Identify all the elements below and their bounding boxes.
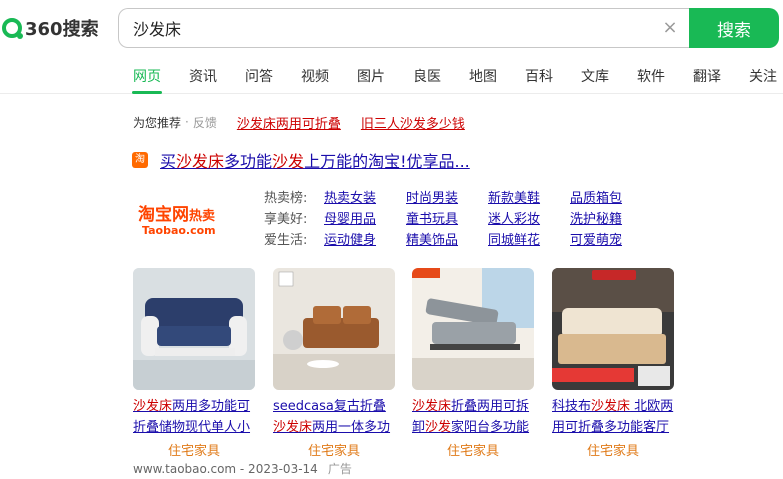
- nav-tabs: 网页 资讯 问答 视频 图片 良医 地图 百科 文库 软件 翻译 关注: [0, 58, 783, 94]
- tab-map[interactable]: 地图: [469, 66, 497, 86]
- tab-video[interactable]: 视频: [301, 66, 329, 86]
- category-link[interactable]: 运动健身: [324, 229, 406, 248]
- tab-news[interactable]: 资讯: [189, 66, 217, 86]
- category-label: 热卖榜:: [264, 191, 308, 206]
- category-link[interactable]: 洗护秘籍: [570, 208, 652, 227]
- category-link[interactable]: 精美饰品: [406, 229, 488, 248]
- recommend-label: 为您推荐: [133, 115, 182, 130]
- feedback-link[interactable]: 反馈: [193, 114, 217, 131]
- product-card[interactable]: 沙发床两用多功能可折叠储物现代单人小 住宅家具: [133, 268, 255, 459]
- category-link[interactable]: 同城鲜花: [488, 229, 570, 248]
- product-shop[interactable]: 住宅家具: [412, 440, 534, 459]
- result-source: www.taobao.com - 2023-03-14 广告: [133, 460, 352, 477]
- product-card[interactable]: 科技布沙发床 北欧两用可折叠多功能客厅 住宅家具: [552, 268, 674, 459]
- tab-doctor[interactable]: 良医: [413, 66, 441, 86]
- tab-web[interactable]: 网页: [133, 66, 161, 86]
- tab-follow[interactable]: 关注: [749, 66, 777, 86]
- tab-images[interactable]: 图片: [357, 66, 385, 86]
- clear-icon[interactable]: ×: [661, 19, 679, 37]
- product-image[interactable]: [552, 268, 674, 390]
- product-desc[interactable]: 沙发床两用多功能可折叠储物现代单人小: [133, 396, 255, 438]
- taobao-logo[interactable]: 淘宝网热卖 Taobao.com: [132, 188, 246, 250]
- product-image[interactable]: [133, 268, 255, 390]
- search-input[interactable]: [133, 9, 653, 47]
- category-row: 热卖榜: 热卖女装 时尚男装 新款美鞋 品质箱包: [264, 187, 652, 206]
- tab-translate[interactable]: 翻译: [693, 66, 721, 86]
- product-shop[interactable]: 住宅家具: [133, 440, 255, 459]
- product-desc[interactable]: 科技布沙发床 北欧两用可折叠多功能客厅: [552, 396, 674, 438]
- taobao-icon: 淘: [132, 152, 148, 168]
- category-label: 享美好:: [264, 212, 308, 227]
- category-link[interactable]: 新款美鞋: [488, 187, 570, 206]
- taobao-logo-domain: Taobao.com: [142, 224, 216, 237]
- active-tab-indicator: [132, 91, 162, 94]
- category-link[interactable]: 迷人彩妆: [488, 208, 570, 227]
- product-shop[interactable]: 住宅家具: [273, 440, 395, 459]
- product-card[interactable]: seedcasa复古折叠沙发床两用一体多功能 住宅家具: [273, 268, 395, 459]
- separator-dot: ·: [185, 115, 189, 129]
- recommend-link[interactable]: 旧三人沙发多少钱: [361, 113, 465, 132]
- tab-baike[interactable]: 百科: [525, 66, 553, 86]
- tab-software[interactable]: 软件: [637, 66, 665, 86]
- product-desc[interactable]: seedcasa复古折叠沙发床两用一体多功能: [273, 396, 395, 438]
- search-box[interactable]: ×: [118, 8, 689, 48]
- ad-label: 广告: [327, 462, 352, 476]
- result-title[interactable]: 淘 买沙发床多功能沙发上万能的淘宝!优享品...: [132, 148, 470, 172]
- taobao-logo-text: 淘宝网热卖: [138, 205, 216, 225]
- category-label: 爱生活:: [264, 233, 308, 248]
- search-button[interactable]: 搜索: [689, 8, 779, 48]
- category-link[interactable]: 母婴用品: [324, 208, 406, 227]
- logo[interactable]: 360搜索: [2, 16, 99, 40]
- product-desc[interactable]: 沙发床折叠两用可拆卸沙发家阳台多功能: [412, 396, 534, 438]
- recommend-bar: 为您推荐 · 反馈 沙发床两用可折叠 旧三人沙发多少钱: [133, 112, 465, 132]
- logo-icon: [2, 18, 23, 39]
- tab-qa[interactable]: 问答: [245, 66, 273, 86]
- product-image[interactable]: [412, 268, 534, 390]
- product-card[interactable]: 沙发床折叠两用可拆卸沙发家阳台多功能 住宅家具: [412, 268, 534, 459]
- recommend-link[interactable]: 沙发床两用可折叠: [237, 113, 341, 132]
- tab-wenku[interactable]: 文库: [581, 66, 609, 86]
- source-url[interactable]: www.taobao.com - 2023-03-14: [133, 462, 318, 476]
- category-link[interactable]: 童书玩具: [406, 208, 488, 227]
- category-link[interactable]: 热卖女装: [324, 187, 406, 206]
- logo-text: 360搜索: [25, 19, 99, 40]
- result-title-link[interactable]: 买沙发床多功能沙发上万能的淘宝!优享品...: [160, 148, 470, 172]
- product-shop[interactable]: 住宅家具: [552, 440, 674, 459]
- category-link[interactable]: 可爱萌宠: [570, 229, 652, 248]
- category-link[interactable]: 品质箱包: [570, 187, 652, 206]
- product-image[interactable]: [273, 268, 395, 390]
- category-row: 爱生活: 运动健身 精美饰品 同城鲜花 可爱萌宠: [264, 229, 652, 248]
- category-row: 享美好: 母婴用品 童书玩具 迷人彩妆 洗护秘籍: [264, 208, 652, 227]
- category-link[interactable]: 时尚男装: [406, 187, 488, 206]
